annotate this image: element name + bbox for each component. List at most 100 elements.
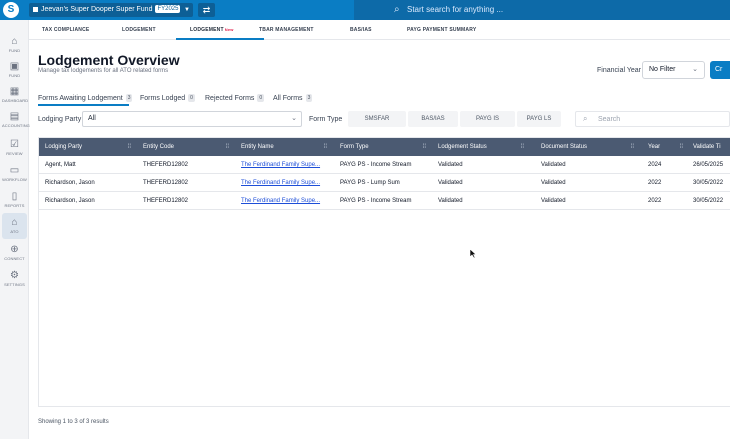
sidebar-item-label: ATO	[10, 229, 19, 234]
form-type-payg-ls[interactable]: PAYG LS	[517, 111, 561, 127]
column-header-document-status[interactable]: Document Status ⁞⁞	[535, 138, 638, 156]
tab-tbar-management[interactable]: TBAR MANAGEMENT	[259, 27, 314, 33]
cell-entity-code: THEFERD12802	[143, 162, 189, 168]
cell-form-type: PAYG PS - Income Stream	[340, 198, 412, 204]
sidebar-item-fund[interactable]: ▣ FUND	[2, 57, 27, 83]
top-bar: S Jeevan's Super Dooper Super Fund FY2025…	[0, 0, 730, 20]
column-title: Document Status	[541, 144, 588, 150]
bank-icon: ⌂	[11, 217, 18, 228]
lodging-party-label: Lodging Party	[38, 116, 82, 123]
column-header-entity-code[interactable]: Entity Code ⁞⁞	[137, 138, 233, 156]
dashboard-icon: ▦	[9, 86, 20, 97]
cell-lodgement-status: Validated	[438, 180, 463, 186]
cell-validate-time: 30/05/2022	[693, 180, 724, 186]
drag-handle-icon[interactable]: ⁞⁞	[521, 138, 524, 156]
drag-handle-icon[interactable]: ⁞⁞	[324, 138, 327, 156]
table-search-input[interactable]: ⌕ Search	[575, 111, 730, 127]
form-type-label: Form Type	[309, 116, 343, 123]
tab-rejected-forms[interactable]: Rejected Forms 0	[205, 94, 265, 102]
tab-bas-ias[interactable]: BAS/IAS	[350, 27, 372, 33]
sidebar-item-label: ACCOUNTING	[2, 123, 30, 128]
cell-document-status: Validated	[541, 180, 566, 186]
cell-form-type: PAYG PS - Income Stream	[340, 162, 412, 168]
column-header-form-type[interactable]: Form Type ⁞⁞	[334, 138, 430, 156]
drag-handle-icon[interactable]: ⁞⁞	[680, 138, 683, 156]
drag-handle-icon[interactable]: ⁞⁞	[423, 138, 426, 156]
form-type-payg-is[interactable]: PAYG IS	[460, 111, 515, 127]
cell-lodging-party: Richardson, Jason	[45, 198, 95, 204]
count-badge: 0	[257, 94, 265, 102]
count-badge: 3	[305, 94, 313, 102]
table-row[interactable]: Richardson, Jason THEFERD12802 The Ferdi…	[39, 174, 730, 192]
table-row[interactable]: Agent, Matt THEFERD12802 The Ferdinand F…	[39, 156, 730, 174]
drag-handle-icon[interactable]: ⁞⁞	[226, 138, 229, 156]
chevron-down-icon: ⌄	[692, 66, 698, 73]
sidebar-item-label: FUND	[8, 48, 21, 53]
cell-lodging-party: Richardson, Jason	[45, 180, 95, 186]
column-title: Year	[648, 144, 661, 150]
tab-label: Forms Awaiting Lodgement	[38, 94, 123, 102]
cell-entity-name-link[interactable]: The Ferdinand Family Supe...	[235, 174, 331, 192]
sidebar-item-workflow[interactable]: ▭ WORKFLOW	[2, 161, 27, 187]
tab-lodgement-new-label: LODGEMENT	[190, 27, 224, 33]
sidebar-item-home[interactable]: ⌂ FUND	[2, 32, 27, 58]
fund-selector[interactable]: Jeevan's Super Dooper Super Fund FY2025 ▼	[29, 3, 193, 17]
switch-fund-button[interactable]: ⇄	[198, 3, 215, 17]
active-tab-indicator	[176, 38, 264, 40]
sidebar-item-review[interactable]: ☑ REVIEW	[2, 135, 27, 161]
count-badge: 0	[188, 94, 195, 102]
sidebar-item-connect[interactable]: ⊕ CONNECT	[2, 240, 27, 266]
lodging-party-select[interactable]: All ⌄	[82, 111, 302, 127]
form-type-smsfar[interactable]: SMSFAR	[348, 111, 406, 127]
column-title: Validate Ti	[693, 144, 721, 150]
create-button[interactable]: Cr	[710, 61, 730, 79]
tab-tax-compliance[interactable]: TAX COMPLIANCE	[42, 27, 89, 33]
tab-forms-awaiting-lodgement[interactable]: Forms Awaiting Lodgement 3	[38, 94, 133, 102]
drag-handle-icon[interactable]: ⁞⁞	[631, 138, 634, 156]
sidebar-item-settings[interactable]: ⚙ SETTINGS	[2, 266, 27, 292]
cell-entity-name-link[interactable]: The Ferdinand Family Supe...	[235, 192, 331, 210]
cell-year: 2024	[648, 162, 662, 168]
sidebar-item-label: REVIEW	[6, 151, 23, 156]
fund-icon	[33, 6, 38, 12]
tab-payg-payment-summary[interactable]: PAYG PAYMENT SUMMARY	[407, 27, 476, 33]
cell-year: 2022	[648, 198, 662, 204]
sidebar-item-accounting[interactable]: ▤ ACCOUNTING	[2, 107, 30, 133]
count-badge: 3	[125, 94, 133, 102]
tab-all-forms[interactable]: All Forms 3	[273, 94, 313, 102]
cell-year: 2022	[648, 180, 662, 186]
tab-lodgement-new[interactable]: LODGEMENTNew	[190, 27, 234, 33]
column-header-lodgement-status[interactable]: Lodgement Status ⁞⁞	[432, 138, 528, 156]
global-search[interactable]: ⌕ Start search for anything ...	[354, 0, 730, 20]
sidebar-item-dashboard[interactable]: ▦ DASHBOARD	[2, 82, 28, 108]
cell-lodgement-status: Validated	[438, 198, 463, 204]
form-type-bas-ias[interactable]: BAS/IAS	[408, 111, 458, 127]
sidebar-item-reports[interactable]: ▯ REPORTS	[2, 187, 27, 213]
column-header-entity-name[interactable]: Entity Name ⁞⁞	[235, 138, 331, 156]
page-subtitle: Manage tax lodgements for all ATO relate…	[38, 68, 169, 74]
tab-lodgement[interactable]: LODGEMENT	[122, 27, 156, 33]
lodging-party-value: All	[88, 115, 96, 122]
tab-label: Rejected Forms	[205, 94, 255, 102]
column-title: Form Type	[340, 144, 369, 150]
sidebar-item-ato[interactable]: ⌂ ATO	[2, 213, 27, 239]
column-header-validate-time[interactable]: Validate Ti	[687, 138, 730, 156]
financial-year-label: Financial Year	[597, 67, 641, 74]
chevron-down-icon: ▼	[184, 7, 190, 13]
cell-entity-code: THEFERD12802	[143, 180, 189, 186]
tab-forms-lodged[interactable]: Forms Lodged 0	[140, 94, 195, 102]
table-header: Lodging Party ⁞⁞ Entity Code ⁞⁞ Entity Nam…	[39, 138, 730, 156]
column-title: Entity Name	[241, 144, 274, 150]
app-logo-icon[interactable]: S	[3, 2, 19, 18]
lodgement-table: Lodging Party ⁞⁞ Entity Code ⁞⁞ Entity Nam…	[38, 137, 730, 407]
global-search-placeholder: Start search for anything ...	[407, 5, 504, 14]
table-row[interactable]: Richardson, Jason THEFERD12802 The Ferdi…	[39, 192, 730, 210]
column-header-lodging-party[interactable]: Lodging Party ⁞⁞	[39, 138, 135, 156]
column-header-year[interactable]: Year ⁞⁞	[642, 138, 687, 156]
settings-icon: ⚙	[10, 270, 19, 281]
financial-year-select[interactable]: No Filter ⌄	[642, 61, 705, 79]
cell-entity-name-link[interactable]: The Ferdinand Family Supe...	[235, 156, 331, 174]
sidebar-item-label: WORKFLOW	[2, 177, 27, 182]
drag-handle-icon[interactable]: ⁞⁞	[128, 138, 131, 156]
fund-name: Jeevan's Super Dooper Super Fund	[41, 6, 153, 13]
